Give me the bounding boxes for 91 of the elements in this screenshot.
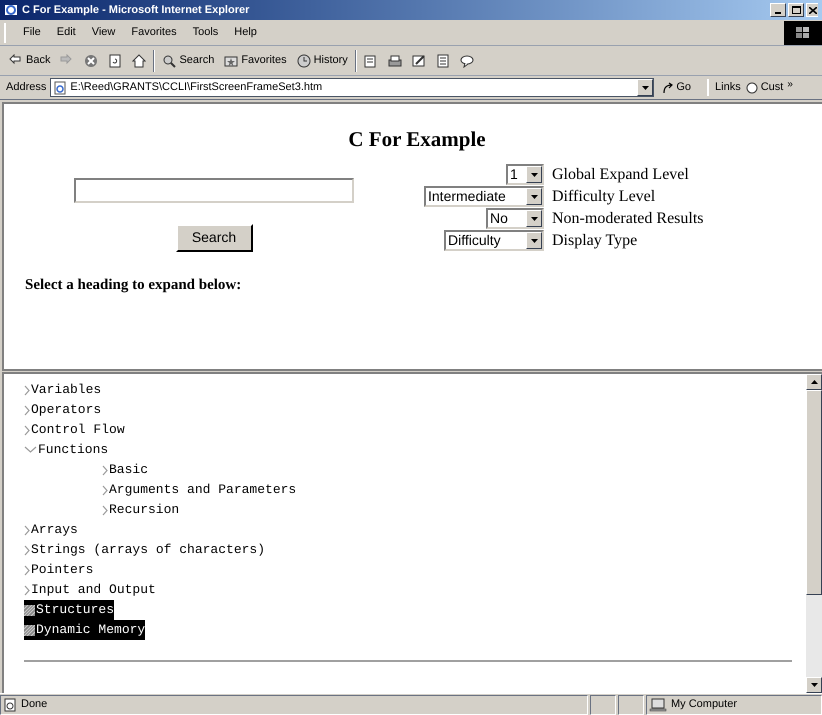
down-arrow-icon [810, 683, 818, 687]
collapsed-caret-icon [102, 504, 108, 516]
tree-item[interactable]: Arguments and Parameters [102, 480, 296, 500]
address-field[interactable]: E:\Reed\GRANTS\CCLI\FirstScreenFrameSet3.htm [50, 78, 654, 97]
expanded-caret-icon [24, 446, 37, 454]
tree-item[interactable]: Basic [102, 460, 148, 480]
collapsed-caret-icon [24, 584, 30, 596]
refresh-icon [108, 54, 122, 68]
close-icon [808, 6, 816, 14]
search-field[interactable] [74, 178, 354, 202]
instruction-text: Select a heading to expand below: [25, 276, 242, 294]
edit-icon [412, 54, 426, 68]
tree-item[interactable]: Arrays [24, 520, 78, 540]
favorites-button[interactable]: Favorites [221, 48, 290, 72]
status-panel [590, 694, 616, 714]
search-button[interactable]: Search [159, 48, 218, 72]
option-label: Global Expand Level [552, 164, 689, 184]
printer-icon [388, 54, 402, 68]
caret-icon [530, 238, 538, 242]
minimize-button[interactable] [770, 3, 786, 17]
browser-icon [4, 3, 18, 17]
maximize-button[interactable] [788, 3, 804, 17]
menu-item[interactable]: Tools [186, 24, 226, 41]
tree-item[interactable]: Recursion [102, 500, 180, 520]
menu-item[interactable]: Favorites [124, 24, 184, 41]
links-label: Links [707, 79, 741, 96]
menu-item[interactable]: File [16, 24, 48, 41]
dropdown[interactable]: 1 [506, 164, 544, 185]
tree-item[interactable]: Pointers [24, 560, 94, 580]
minimize-icon [775, 12, 781, 14]
status-panel: Done [0, 694, 588, 714]
scroll-down-button[interactable] [806, 677, 822, 693]
tree-item[interactable]: Dynamic Memory [24, 620, 146, 640]
mail-icon [364, 54, 378, 68]
tree-item[interactable]: Structures [24, 600, 114, 620]
option-label: Display Type [552, 230, 638, 250]
collapsed-caret-icon [24, 404, 30, 416]
zone-panel: My Computer [646, 694, 822, 714]
speech-bubble-icon [460, 54, 474, 68]
up-arrow-icon [810, 380, 818, 384]
status-panel [618, 694, 644, 714]
option-label: Difficulty Level [552, 186, 656, 206]
more-links-chevron[interactable]: » [787, 80, 793, 90]
caret-icon [642, 86, 649, 90]
address-label: Address [6, 80, 46, 96]
clock-icon [296, 54, 311, 68]
hatched-square-icon [24, 604, 35, 616]
tree-item[interactable]: Control Flow [24, 420, 125, 440]
menu-item[interactable]: Edit [50, 24, 83, 41]
home-icon [132, 54, 146, 68]
tree-item[interactable]: Input and Output [24, 580, 156, 600]
dropdown[interactable]: Difficulty [444, 230, 544, 251]
menu-item[interactable]: View [84, 24, 122, 41]
collapsed-caret-icon [24, 544, 30, 556]
page-heading: C For Example [347, 126, 487, 153]
dropdown-button[interactable] [637, 79, 654, 96]
window-title: C For Example - Microsoft Internet Explorer [22, 2, 250, 18]
option-label: Non-moderated Results [552, 208, 704, 228]
go-arrow-icon [662, 82, 674, 94]
tree-item[interactable]: Operators [24, 400, 102, 420]
star-folder-icon [224, 54, 238, 68]
search-button[interactable]: Search [176, 224, 252, 252]
maximize-icon [792, 6, 800, 14]
dropdown[interactable]: Intermediate [424, 186, 544, 207]
collapsed-caret-icon [102, 464, 108, 476]
go-button[interactable]: Go [658, 79, 696, 96]
caret-icon [530, 194, 538, 198]
scroll-up-button[interactable] [806, 374, 822, 390]
stop-icon [84, 54, 98, 68]
collapsed-caret-icon [24, 424, 30, 436]
search-icon [162, 54, 176, 68]
tree-item[interactable]: Variables [24, 380, 102, 400]
caret-icon [530, 216, 538, 220]
scrollbar[interactable] [806, 374, 822, 693]
collapsed-caret-icon [24, 524, 30, 536]
caret-icon [530, 172, 538, 176]
hatched-square-icon [24, 624, 35, 636]
document-icon [436, 54, 450, 68]
collapsed-caret-icon [24, 384, 30, 396]
close-button[interactable] [806, 3, 818, 17]
back-button[interactable]: Back [6, 48, 54, 72]
collapsed-caret-icon [102, 484, 108, 496]
link-button[interactable]: Cust [744, 79, 784, 96]
tree-item[interactable]: Strings (arrays of characters) [24, 540, 266, 560]
scroll-thumb[interactable] [806, 390, 822, 595]
history-button[interactable]: History [294, 48, 351, 72]
dropdown[interactable]: No [486, 208, 544, 229]
computer-icon [649, 698, 667, 712]
tree-item[interactable]: Functions [24, 440, 108, 460]
collapsed-caret-icon [24, 564, 30, 576]
menu-item[interactable]: Help [227, 24, 264, 41]
